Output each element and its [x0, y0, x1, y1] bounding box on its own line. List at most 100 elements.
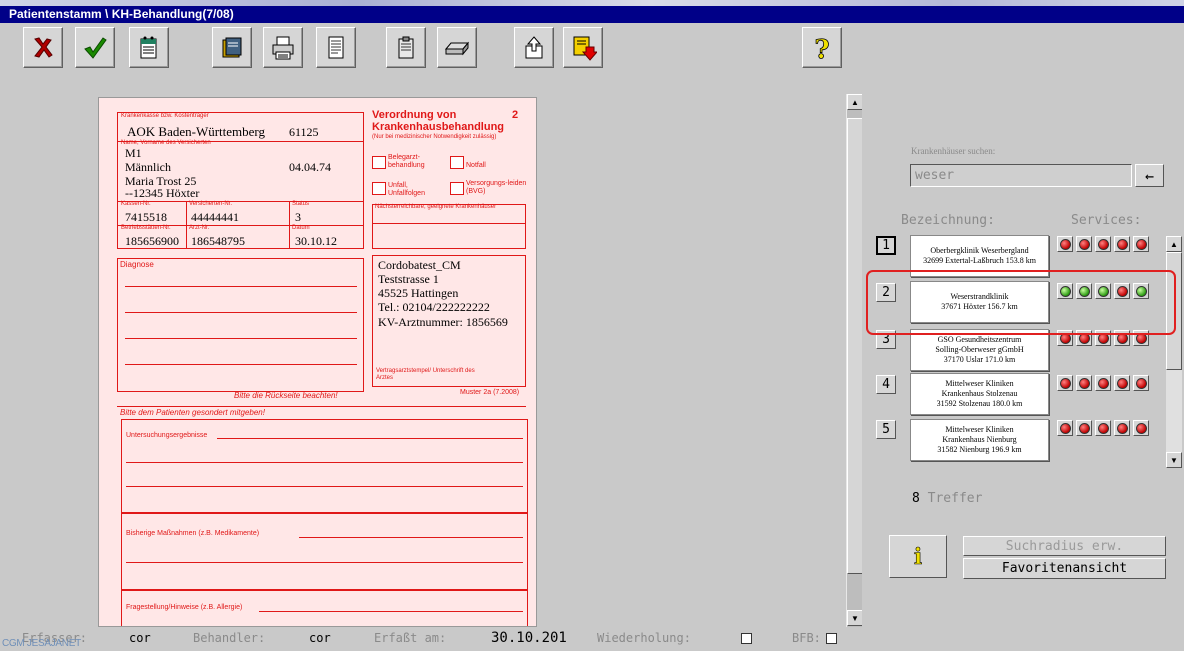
- svg-text:?: ?: [814, 35, 829, 62]
- patient-city: --12345 Höxter: [125, 186, 200, 200]
- service-light: [1095, 375, 1111, 391]
- service-light: [1114, 375, 1130, 391]
- status-label: Status: [292, 201, 310, 207]
- clipboard-button[interactable]: [386, 27, 426, 68]
- services-column-header: Services:: [1071, 213, 1142, 228]
- practice-city: 45525 Hattingen: [378, 286, 459, 300]
- help-button[interactable]: ?: [802, 27, 842, 68]
- exam-line: [126, 486, 523, 487]
- questions-label: Fragestellung/Hinweise (z.B. Allergie): [126, 604, 243, 611]
- diagnosis-label: Diagnose: [120, 260, 154, 269]
- questions-line: [259, 611, 523, 612]
- doctor-nr-label: Arzt-Nr.: [189, 225, 210, 231]
- elective-checkbox[interactable]: [372, 156, 386, 169]
- form-model: Muster 2a (7.2008): [460, 389, 520, 396]
- divider: [289, 201, 290, 249]
- result-count: 8 Treffer: [912, 491, 983, 506]
- bfb-checkbox[interactable]: [826, 633, 837, 644]
- exam-line: [217, 438, 523, 439]
- insured-nr: 44444441: [191, 210, 239, 224]
- practice-doctor-nr: KV-Arztnummer: 1856569: [378, 315, 508, 329]
- name-column-header: Bezeichnung:: [901, 213, 995, 228]
- service-light: [1057, 420, 1073, 436]
- service-light: [1133, 236, 1149, 252]
- exam-results-label: Untersuchungsergebnisse: [126, 432, 208, 439]
- window-title: Patientenstamm \ KH-Behandlung(7/08): [0, 6, 1184, 23]
- download-icon: [573, 36, 597, 61]
- bfb-label: BFB:: [792, 631, 821, 645]
- hospital-entry[interactable]: Mittelweser Kliniken Krankenhaus Nienburg…: [910, 419, 1049, 461]
- diagnosis-line: [125, 338, 357, 339]
- pension-checkbox[interactable]: [450, 182, 464, 195]
- hospital-select-button[interactable]: 4: [876, 375, 896, 394]
- upload-icon: [525, 35, 543, 58]
- hospital-select-button[interactable]: 1: [876, 236, 896, 255]
- export-button[interactable]: [514, 27, 554, 68]
- toolbar: ?: [0, 23, 1184, 71]
- measures-line: [126, 562, 523, 563]
- nearest-hospitals-label: Nächsterreichbare, geeignete Krankenhäus…: [375, 204, 497, 210]
- exam-line: [126, 462, 523, 463]
- repeat-checkbox[interactable]: [741, 633, 752, 644]
- search-go-button[interactable]: ←: [1135, 164, 1164, 187]
- divider: [186, 201, 187, 249]
- service-lights: [1057, 420, 1149, 436]
- kassen-nr: 7415518: [125, 210, 167, 224]
- emergency-label: Notfall: [466, 162, 486, 169]
- doctor-nr: 186548795: [191, 234, 245, 248]
- diagnosis-line: [125, 312, 357, 313]
- back-note: Bitte die Rückseite beachten!: [234, 391, 338, 400]
- search-input[interactable]: weser: [910, 164, 1132, 187]
- clipboard-icon: [398, 36, 414, 58]
- insurer-code: 61125: [289, 125, 319, 139]
- import-button[interactable]: [563, 27, 603, 68]
- confirm-button[interactable]: [75, 27, 115, 68]
- cancel-x-icon: [34, 36, 53, 58]
- accident-checkbox[interactable]: [372, 182, 386, 195]
- list-scroll-down-button[interactable]: ▼: [1166, 452, 1182, 468]
- practice-nr: 185656900: [125, 234, 179, 248]
- form-calendar-button[interactable]: [129, 27, 169, 68]
- list-scroll-up-button[interactable]: ▲: [1166, 236, 1182, 252]
- form-heading: Verordnung von Krankenhausbehandlung: [372, 109, 505, 133]
- info-icon: i: [913, 543, 923, 570]
- service-light: [1095, 236, 1111, 252]
- service-light: [1114, 420, 1130, 436]
- emergency-checkbox[interactable]: [450, 156, 464, 169]
- favorites-view-button[interactable]: Favoritenansicht: [963, 558, 1166, 579]
- creator-value: cor: [129, 631, 151, 645]
- kassen-nr-label: Kassen-Nr.: [121, 201, 151, 207]
- card-reader-button[interactable]: [437, 27, 477, 68]
- document-button[interactable]: [316, 27, 356, 68]
- record-book-button[interactable]: [212, 27, 252, 68]
- scroll-thumb[interactable]: [847, 118, 863, 574]
- document-icon: [328, 36, 344, 58]
- highlight-frame: [866, 270, 1176, 335]
- service-light: [1057, 375, 1073, 391]
- expand-radius-button[interactable]: Suchradius erw.: [963, 536, 1166, 556]
- scroll-down-button[interactable]: ▼: [847, 610, 863, 626]
- hospital-select-button[interactable]: 5: [876, 420, 896, 439]
- form-scrollbar[interactable]: ▲ ▼: [846, 94, 863, 627]
- info-button[interactable]: i: [889, 535, 947, 578]
- print-button[interactable]: [263, 27, 303, 68]
- status-value: 3: [295, 210, 301, 224]
- cancel-button[interactable]: [23, 27, 63, 68]
- practice-phone: Tel.: 02104/222222222: [378, 300, 490, 314]
- service-light: [1095, 420, 1111, 436]
- scroll-up-button[interactable]: ▲: [847, 94, 863, 110]
- patient-birthdate: 04.04.74: [289, 160, 331, 174]
- divider: [117, 201, 364, 202]
- elective-label: Belegarzt-behandlung: [388, 154, 425, 169]
- nearest-hospitals-box: [372, 204, 526, 249]
- status-bar: Erfasser: cor Behandler: cor Erfaßt am: …: [0, 627, 846, 651]
- hospital-entry[interactable]: Mittelweser Kliniken Krankenhaus Stolzena…: [910, 373, 1049, 415]
- practice-nr-label: Betriebsstätten-Nr.: [121, 225, 171, 231]
- service-light: [1114, 236, 1130, 252]
- insurer-label: Krankenkasse bzw. Kostenträger: [121, 113, 209, 119]
- watermark-text: CGM JESAJANET: [2, 638, 81, 649]
- practice-name: Cordobatest_CM: [378, 258, 461, 272]
- hospital-entry[interactable]: GSO Gesundheitszentrum Solling-Oberweser …: [910, 329, 1049, 371]
- form-note: (Nur bei medizinischer Notwendigkeit zul…: [372, 134, 497, 140]
- date-label: Datum: [292, 225, 310, 231]
